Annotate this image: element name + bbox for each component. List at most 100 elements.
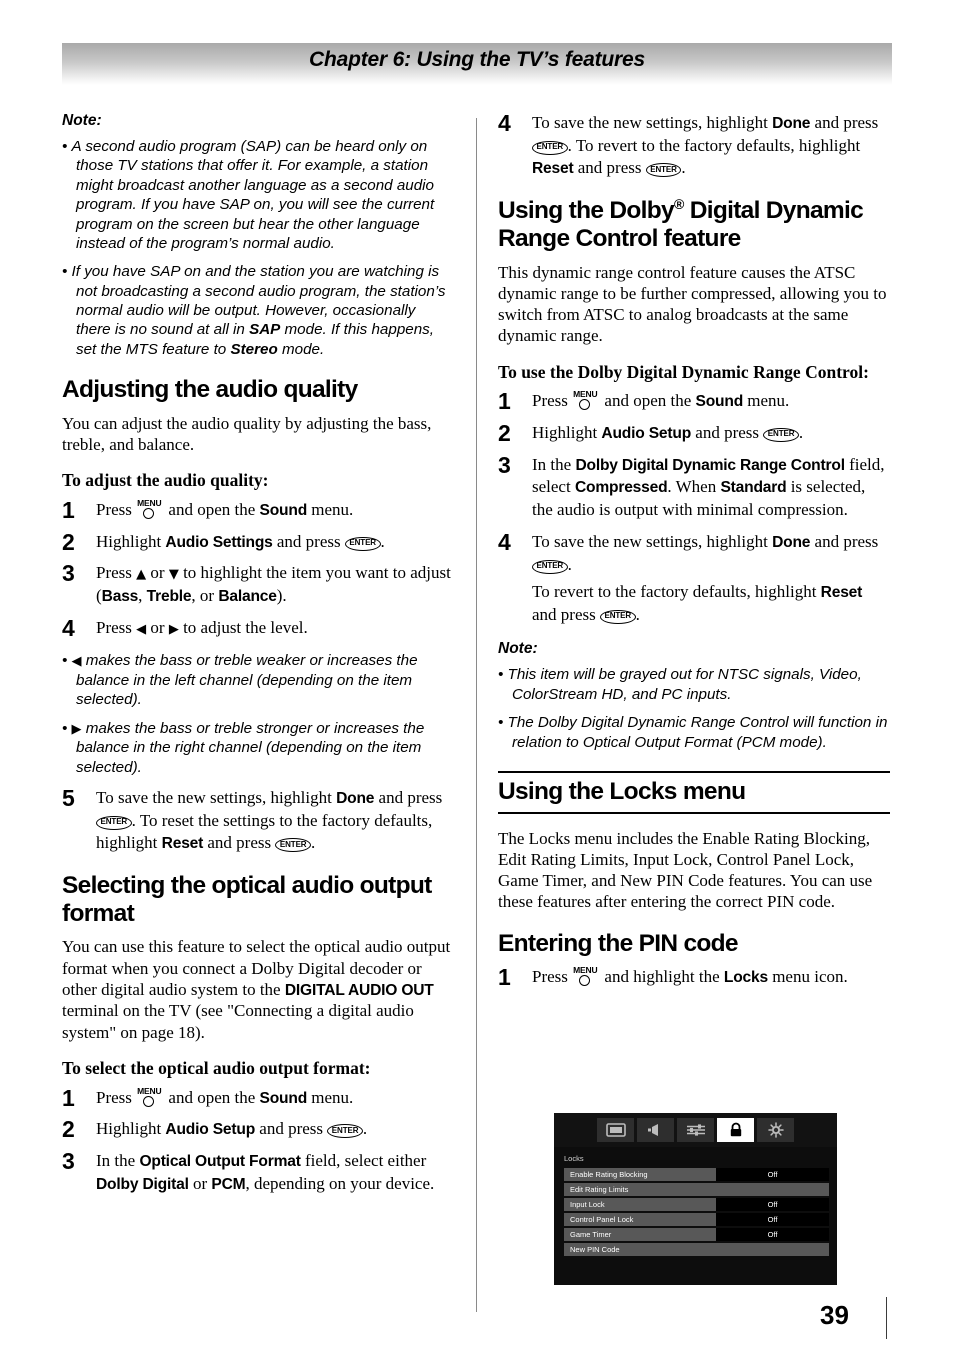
enter-button-icon: ENTER	[763, 427, 799, 442]
step-text: To save the new settings, highlight Done…	[96, 787, 454, 855]
ui-term-drc-field: Dolby Digital Dynamic Range Control	[575, 456, 845, 474]
heading-adjusting-audio-quality: Adjusting the audio quality	[62, 376, 358, 404]
enter-button-icon: ENTER	[327, 1124, 363, 1139]
tv-row-value: Off	[716, 1213, 829, 1226]
intro-locks-menu: The Locks menu includes the Enable Ratin…	[498, 828, 873, 912]
step-item: 3 In the Dolby Digital Dynamic Range Con…	[498, 452, 890, 522]
page-number: 39	[820, 1300, 849, 1330]
step-text-mid: field, select either	[300, 1151, 427, 1170]
note-text: makes the bass or treble weaker or incre…	[76, 652, 418, 709]
tv-menu-row-edit-rating-limits[interactable]: Edit Rating Limits	[564, 1183, 829, 1196]
right-column: 4 To save the new settings, highlight Do…	[498, 110, 890, 998]
intro-text-post: terminal on the TV (see "Connecting a di…	[62, 1001, 414, 1042]
ui-term-done: Done	[772, 115, 811, 132]
note-text: makes the bass or treble stronger or inc…	[76, 719, 425, 776]
tv-row-label: Game Timer	[564, 1228, 716, 1241]
step-item: 2 Highlight Audio Setup and press ENTER.	[498, 420, 890, 446]
step-text-tail: ).	[276, 586, 287, 606]
tv-menu-row-game-timer[interactable]: Game Timer Off	[564, 1228, 829, 1241]
enter-button-icon: ENTER	[599, 609, 636, 624]
ui-term-reset: Reset	[820, 584, 863, 602]
ui-term-pcm: PCM	[211, 1175, 246, 1193]
step-item: 4 To save the new settings, highlight Do…	[498, 529, 890, 627]
step-text-pre: Highlight	[96, 1119, 166, 1139]
arrow-right-icon: ▶	[168, 621, 179, 637]
heading-entering-the-pin-code: Entering the PIN code	[498, 929, 739, 957]
note-item: This item will be grayed out for NTSC si…	[498, 665, 890, 704]
step-text-mid: and open the	[600, 391, 696, 411]
step-text-pre: Press	[532, 391, 573, 411]
settings-sliders-icon[interactable]	[677, 1118, 714, 1142]
step-number: 2	[498, 419, 511, 446]
step-text-pre: To save the new settings, highlight	[532, 113, 773, 132]
step-text-pre: Press	[96, 563, 137, 583]
ui-term-sound: Sound	[259, 501, 308, 519]
ui-term-sound: Sound	[695, 393, 744, 411]
ui-term-locks: Locks	[723, 969, 768, 987]
step-text-mid: and press	[691, 422, 764, 442]
tv-row-label: Edit Rating Limits	[564, 1183, 829, 1196]
step-text-mid: and press	[255, 1119, 328, 1139]
step-item: 1 Press MENU and highlight the Locks men…	[498, 964, 890, 990]
step-text-mid: and press	[532, 604, 600, 624]
enter-button-icon: ENTER	[645, 163, 682, 178]
arrow-left-icon: ◀	[136, 621, 147, 637]
locks-padlock-icon[interactable]	[717, 1118, 754, 1142]
heading-selecting-optical-audio-output-format: Selecting the optical audio output forma…	[62, 872, 432, 927]
tv-menu-row-enable-rating-blocking[interactable]: Enable Rating Blocking Off	[564, 1168, 829, 1181]
note-item: ◀ makes the bass or treble weaker or inc…	[62, 651, 454, 709]
note-item: If you have SAP on and the station you a…	[62, 262, 454, 359]
step-text-pre: Press	[96, 499, 137, 519]
ui-term-sound: Sound	[259, 1089, 308, 1107]
setup-gear-icon[interactable]	[757, 1118, 794, 1142]
step-text: In the Optical Output Format field, sele…	[96, 1150, 454, 1195]
tv-menu-row-control-panel-lock[interactable]: Control Panel Lock Off	[564, 1213, 829, 1226]
note-bold-sap: SAP	[249, 321, 281, 339]
sound-icon[interactable]	[637, 1118, 674, 1142]
steps-entering-pin-code: 1 Press MENU and highlight the Locks men…	[498, 964, 890, 990]
step-number: 1	[62, 1084, 75, 1111]
column-divider	[476, 118, 477, 1312]
note-item: A second audio program (SAP) can be hear…	[62, 137, 454, 253]
ui-term-digital-audio-out: DIGITAL AUDIO OUT	[284, 981, 434, 999]
step-text-post: .	[380, 531, 385, 551]
tv-row-label: New PIN Code	[564, 1243, 829, 1256]
enter-button-icon: ENTER	[532, 559, 568, 574]
step-text: To save the new settings, highlight Done…	[532, 531, 890, 576]
steps-continued-from-previous-page: 4 To save the new settings, highlight Do…	[498, 110, 890, 180]
step-text-pre: Highlight	[532, 422, 602, 442]
ui-term-done: Done	[336, 789, 375, 807]
arrow-behavior-list: ◀ makes the bass or treble weaker or inc…	[62, 651, 454, 777]
step-text-post: menu.	[307, 499, 354, 519]
ui-term-balance: Balance	[218, 588, 277, 606]
step-item: 2 Highlight Audio Setup and press ENTER.	[62, 1116, 454, 1142]
step-number: 3	[498, 451, 511, 478]
note-list-drc: This item will be grayed out for NTSC si…	[498, 665, 890, 752]
ui-term-treble: Treble	[146, 588, 192, 606]
intro-adjusting-audio-quality: You can adjust the audio quality by adju…	[62, 413, 432, 455]
step-text-mid: and press	[810, 531, 879, 551]
step-text-pre: To save the new settings, highlight	[532, 531, 773, 551]
intro-optical-output: You can use this feature to select the o…	[62, 936, 454, 1042]
picture-icon[interactable]	[597, 1118, 634, 1142]
ui-term-compressed: Compressed	[574, 479, 668, 497]
tv-menu-row-new-pin-code[interactable]: New PIN Code	[564, 1243, 829, 1256]
step-text-pre: To save the new settings, highlight	[96, 787, 337, 807]
menu-button-icon: MENU	[137, 499, 163, 519]
step-text-mid: and press	[810, 113, 879, 132]
tv-menu-icon-bar	[554, 1113, 837, 1147]
step-item: 1 Press MENU and open the Sound menu.	[62, 497, 454, 523]
note-text: mode.	[277, 340, 325, 358]
footer-divider	[886, 1297, 887, 1339]
step-text-mid2: . When	[667, 477, 721, 497]
note-label-drc: Note:	[498, 640, 538, 658]
step-text: Highlight Audio Settings and press ENTER…	[96, 531, 454, 554]
step-text: Press ▲ or ▼ to highlight the item you w…	[96, 562, 454, 607]
tv-row-label: Enable Rating Blocking	[564, 1168, 716, 1181]
menu-button-icon: MENU	[573, 390, 599, 411]
step-text-mid: or	[146, 563, 169, 583]
tv-menu-row-input-lock[interactable]: Input Lock Off	[564, 1198, 829, 1211]
note-label-audio: Note:	[62, 112, 102, 129]
step-text: In the Dolby Digital Dynamic Range Contr…	[532, 454, 890, 522]
ui-term-optical-output-format: Optical Output Format	[139, 1153, 301, 1170]
